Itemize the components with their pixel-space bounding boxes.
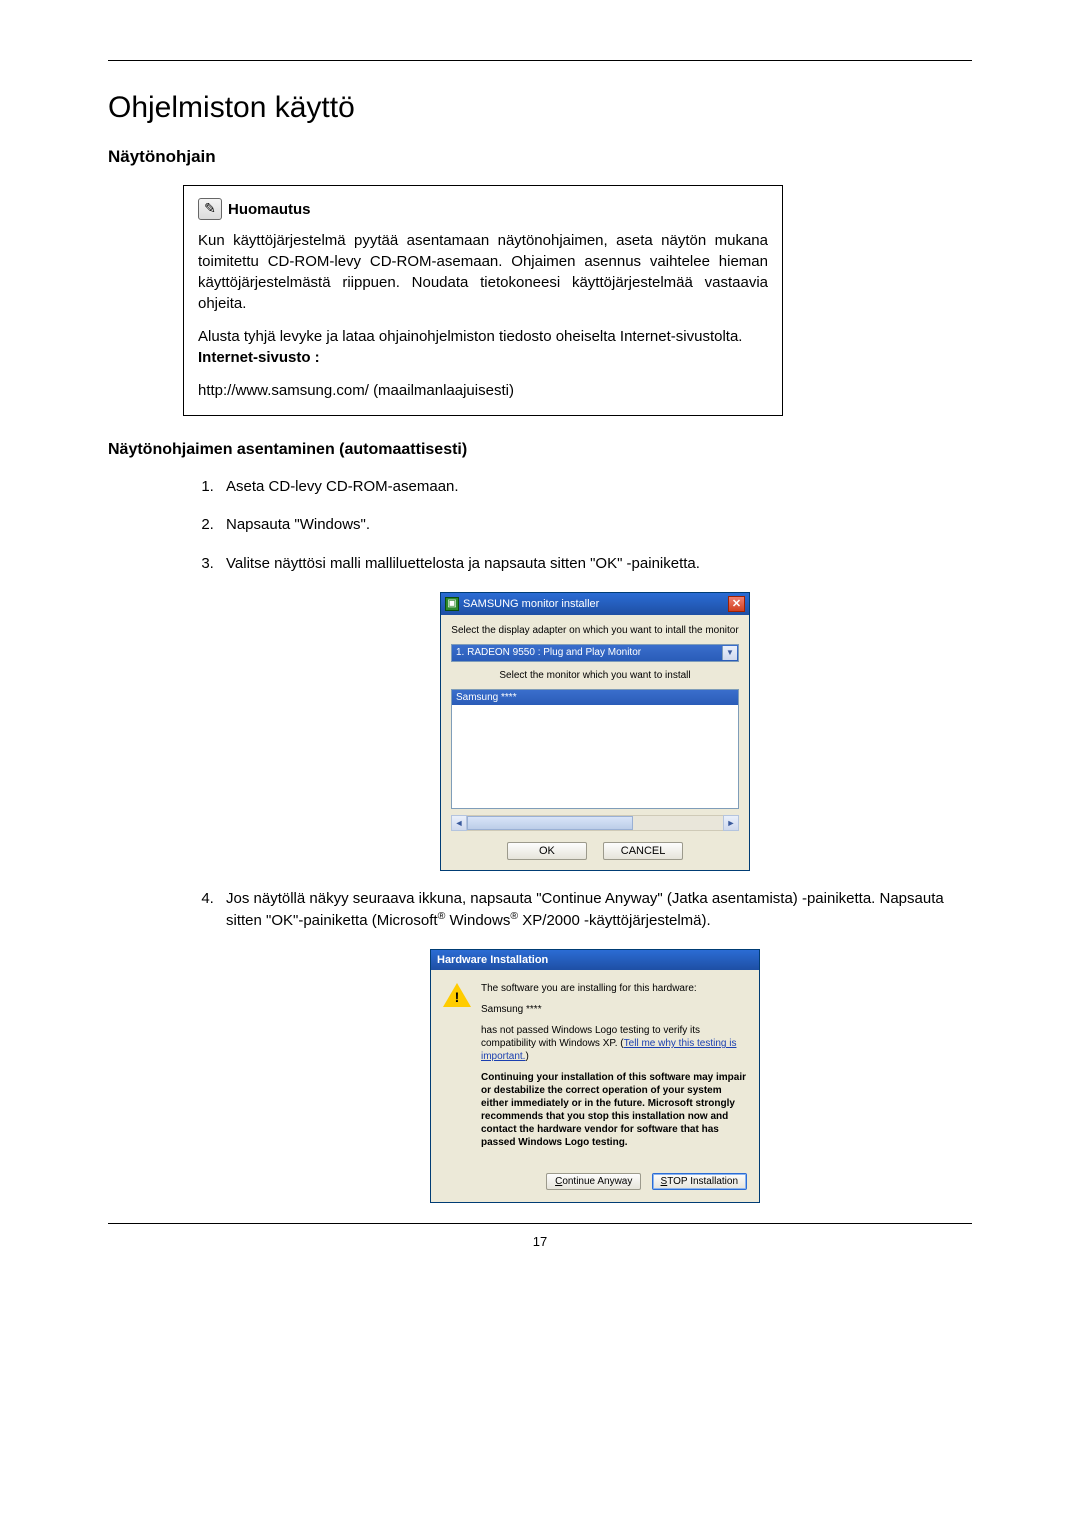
note-p2-text: Alusta tyhjä levyke ja lataa ohjainohjel… <box>198 328 742 345</box>
continue-anyway-button[interactable]: Continue Anyway <box>546 1173 641 1190</box>
scroll-track[interactable] <box>467 815 723 831</box>
subheading: Näytönohjain <box>108 147 972 167</box>
installer-body: Select the display adapter on which you … <box>441 615 749 870</box>
scroll-left-icon[interactable]: ◄ <box>451 815 467 831</box>
note-paragraph-1: Kun käyttöjärjestelmä pyytää asentamaan … <box>198 230 768 314</box>
warning-dialog: Hardware Installation The software you a… <box>430 949 760 1203</box>
ok-button[interactable]: OK <box>507 842 587 860</box>
note-paragraph-2: Alusta tyhjä levyke ja lataa ohjainohjel… <box>198 326 768 368</box>
stop-label-rest: TOP Installation <box>667 1176 738 1187</box>
page-number: 17 <box>108 1234 972 1249</box>
footer-rule <box>108 1223 972 1224</box>
step-2: Napsauta "Windows". <box>218 515 972 535</box>
cancel-button[interactable]: CANCEL <box>603 842 683 860</box>
warning-icon <box>443 982 471 1008</box>
reg-mark-2: ® <box>510 910 518 922</box>
stop-installation-button[interactable]: STOP Installation <box>652 1173 747 1190</box>
note-head: ✎ Huomautus <box>198 198 768 220</box>
continue-label-rest: ontinue Anyway <box>562 1176 632 1187</box>
horizontal-scrollbar[interactable]: ◄ ► <box>451 815 739 831</box>
installer-dialog: ▣ SAMSUNG monitor installer ✕ Select the… <box>440 592 750 871</box>
monitor-list-selected[interactable]: Samsung **** <box>452 690 738 705</box>
warning-triangle-icon <box>443 983 471 1007</box>
warning-line2: has not passed Windows Logo testing to v… <box>481 1024 747 1063</box>
step-4: Jos näytöllä näkyy seuraava ikkuna, naps… <box>218 889 972 932</box>
note-icon: ✎ <box>198 198 222 220</box>
scroll-right-icon[interactable]: ► <box>723 815 739 831</box>
close-icon[interactable]: ✕ <box>728 596 745 612</box>
chevron-down-icon[interactable]: ▼ <box>722 646 737 660</box>
warning-line1: The software you are installing for this… <box>481 982 747 995</box>
step-3: Valitse näyttösi malli malliluettelosta … <box>218 554 972 574</box>
warning-text: The software you are installing for this… <box>481 982 747 1157</box>
steps-list: Aseta CD-levy CD-ROM-asemaan. Napsauta "… <box>108 477 972 1203</box>
warning-titlebar: Hardware Installation <box>431 950 759 970</box>
page-title: Ohjelmiston käyttö <box>108 91 972 125</box>
installer-titlebar: ▣ SAMSUNG monitor installer ✕ <box>441 593 749 615</box>
installer-title-text: SAMSUNG monitor installer <box>463 598 728 610</box>
warning-dialog-wrap: Hardware Installation The software you a… <box>218 949 972 1203</box>
top-rule <box>108 60 972 61</box>
installer-instr1: Select the display adapter on which you … <box>451 625 739 636</box>
note-url: http://www.samsung.com/ (maailmanlaajuis… <box>198 380 768 401</box>
installer-button-row: OK CANCEL <box>451 841 739 860</box>
monitor-list[interactable]: Samsung **** <box>451 689 739 809</box>
warning-device: Samsung **** <box>481 1003 747 1016</box>
adapter-select[interactable]: 1. RADEON 9550 : Plug and Play Monitor ▼ <box>451 644 739 662</box>
step4-suffix: XP/2000 -käyttöjärjestelmä). <box>518 912 711 929</box>
scroll-thumb[interactable] <box>467 816 633 830</box>
installer-instr2: Select the monitor which you want to ins… <box>451 670 739 681</box>
adapter-select-value: 1. RADEON 9550 : Plug and Play Monitor <box>456 647 641 658</box>
warning-body: The software you are installing for this… <box>431 970 759 1165</box>
note-box: ✎ Huomautus Kun käyttöjärjestelmä pyytää… <box>183 185 783 416</box>
warning-button-row: Continue Anyway STOP Installation <box>431 1165 759 1202</box>
warning-bold: Continuing your installation of this sof… <box>481 1071 747 1149</box>
step-1: Aseta CD-levy CD-ROM-asemaan. <box>218 477 972 497</box>
step4-mid: Windows <box>445 912 510 929</box>
note-label: Huomautus <box>228 199 311 220</box>
installer-dialog-wrap: ▣ SAMSUNG monitor installer ✕ Select the… <box>218 592 972 871</box>
website-label: Internet-sivusto : <box>198 349 320 366</box>
warning-line2b: ) <box>525 1051 528 1062</box>
section-head: Näytönohjaimen asentaminen (automaattise… <box>108 441 972 459</box>
installer-app-icon: ▣ <box>445 597 459 611</box>
